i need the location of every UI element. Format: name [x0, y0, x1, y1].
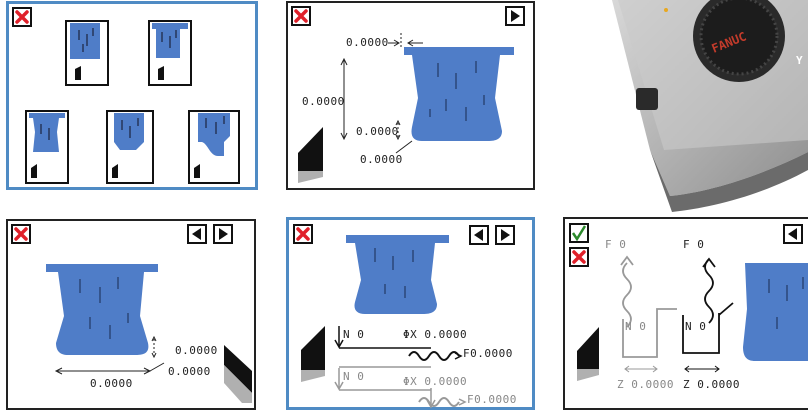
- shape-option-flange[interactable]: [148, 20, 192, 86]
- n-value-1[interactable]: N 0: [343, 328, 364, 341]
- right-dimension-value[interactable]: 0.0000: [175, 344, 218, 357]
- close-icon: [15, 10, 29, 24]
- feed-value-1[interactable]: F0.0000: [463, 347, 513, 360]
- bottom-dimension-value[interactable]: 0.0000: [360, 153, 403, 166]
- right-dimension-value-2[interactable]: 0.0000: [168, 365, 211, 378]
- machine-control-photo: FANUC Y: [612, 0, 808, 212]
- workpiece-icon: [70, 23, 100, 80]
- z-value-right[interactable]: Z 0.0000: [683, 378, 740, 391]
- top-dimension-value[interactable]: 0.0000: [346, 36, 389, 49]
- height-dimension-value[interactable]: 0.0000: [302, 95, 345, 108]
- width-dimension-value[interactable]: 0.0000: [90, 377, 133, 390]
- workpiece-icon: [112, 113, 144, 178]
- shape-option-straight[interactable]: [65, 20, 109, 86]
- workpiece-drawing: [46, 264, 252, 403]
- x-value-2[interactable]: ΦX 0.0000: [403, 375, 467, 388]
- shape-option-taper-flange[interactable]: [25, 110, 69, 184]
- n-label-right[interactable]: N 0: [685, 320, 706, 333]
- step-dimension-value[interactable]: 0.0000: [356, 125, 399, 138]
- z-value-left[interactable]: Z 0.0000: [617, 378, 674, 391]
- dimension-panel: 0.0000 0.0000 0.0000 0.0000: [286, 1, 535, 190]
- n-value-2[interactable]: N 0: [343, 370, 364, 383]
- feed-value-2[interactable]: F0.0000: [467, 393, 517, 406]
- close-button[interactable]: [12, 7, 32, 27]
- n-label-left[interactable]: N 0: [625, 320, 646, 333]
- dimension-panel-bottom: 0.0000 0.0000 0.0000: [6, 219, 256, 410]
- workpiece-icon: [194, 113, 230, 178]
- workpiece-icon: [152, 23, 188, 80]
- axis-label: Y: [796, 54, 803, 67]
- x-value-1[interactable]: ΦX 0.0000: [403, 328, 467, 341]
- shape-option-relief[interactable]: [188, 110, 240, 184]
- feed-panel: N 0 ΦX 0.0000 F0.0000 N 0 ΦX 0.0000 F0.0…: [286, 217, 535, 410]
- feed-label-right[interactable]: F 0: [683, 238, 704, 251]
- shape-option-chamfer[interactable]: [106, 110, 154, 184]
- shape-selection-panel: [6, 1, 258, 190]
- feed-label-left[interactable]: F 0: [605, 238, 626, 251]
- confirm-panel: F 0 F 0 N 0 N 0 Z 0.0000 Z 0.0000: [563, 217, 808, 410]
- workpiece-icon: [29, 113, 65, 178]
